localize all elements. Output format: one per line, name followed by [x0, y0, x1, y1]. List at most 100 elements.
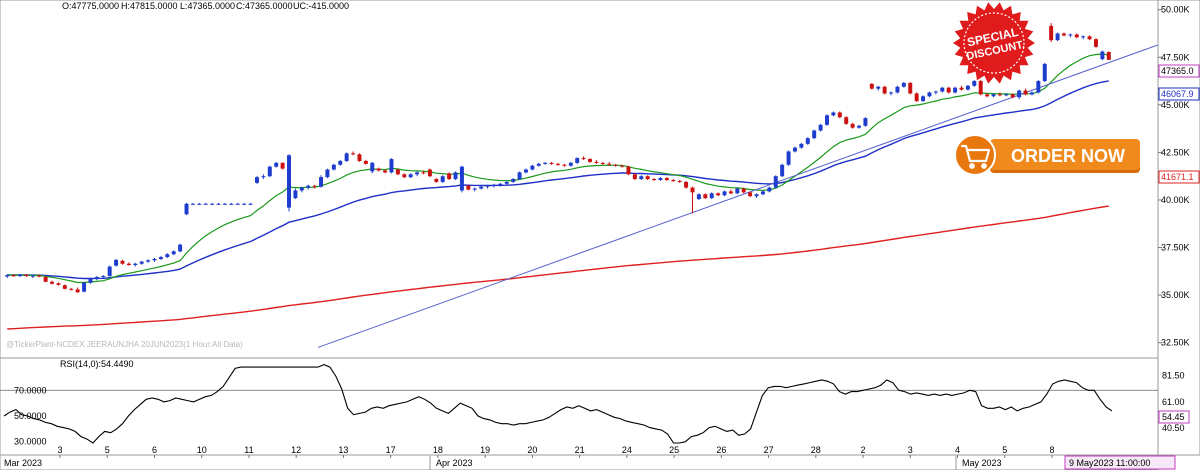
- day-label: 18: [433, 445, 443, 455]
- candle-body: [594, 161, 599, 163]
- candle-body: [549, 162, 554, 164]
- rsi-value-text: 54.45: [1162, 412, 1185, 422]
- candle-body: [613, 164, 618, 166]
- candle-body: [1100, 51, 1105, 60]
- candle-body: [536, 163, 541, 166]
- candle-body: [1010, 94, 1015, 98]
- candle-body: [568, 162, 573, 166]
- candle-body: [1081, 36, 1086, 38]
- candle-body: [696, 194, 701, 200]
- candle-body: [754, 194, 759, 197]
- candle-body: [946, 87, 951, 93]
- order-now-button[interactable]: ORDER NOW: [954, 134, 1140, 176]
- candle-body: [453, 172, 458, 180]
- candle-body: [799, 143, 804, 148]
- candle-body: [491, 184, 496, 186]
- candle-body: [639, 176, 644, 180]
- candle-body: [357, 154, 362, 161]
- candle-body: [280, 162, 285, 169]
- candle-body: [607, 163, 612, 165]
- rsi-inner-label: 30.0000: [14, 437, 47, 447]
- candle-body: [216, 203, 221, 205]
- candle-body: [1049, 25, 1054, 41]
- rsi-inner-label: 70.0000: [14, 385, 47, 395]
- order-cart-circle: [954, 134, 996, 176]
- candle-body: [837, 112, 842, 118]
- candle-body: [645, 176, 650, 180]
- candle-body: [997, 94, 1002, 96]
- day-label: 17: [386, 445, 396, 455]
- ohlc-high: H:47815.0000: [121, 1, 178, 11]
- rsi-axis-label: 40.50: [1162, 423, 1185, 433]
- candle-body: [466, 185, 471, 190]
- candle-body: [479, 186, 484, 189]
- price-axis-label: 40.00K: [1161, 195, 1190, 205]
- candle-body: [556, 163, 560, 165]
- candle-body: [472, 188, 477, 190]
- rsi-inner-label: 50.0000: [14, 411, 47, 421]
- rsi-label: RSI(14,0):54.4490: [60, 359, 134, 369]
- candle-body: [94, 277, 99, 279]
- ema-mid-text: 46067.9: [1161, 89, 1194, 99]
- candle-body: [274, 162, 279, 167]
- price-axis-label: 37.50K: [1161, 243, 1190, 253]
- candle-body: [402, 174, 407, 178]
- candle-body: [82, 282, 87, 292]
- candle-body: [773, 176, 778, 188]
- candle-body: [511, 179, 516, 182]
- candle-body: [184, 203, 189, 215]
- candle-body: [376, 168, 381, 171]
- candle-body: [114, 259, 119, 266]
- price-axis-label: 47.50K: [1161, 52, 1190, 62]
- candle-body: [299, 187, 304, 191]
- candle-body: [863, 118, 868, 126]
- candle-body: [703, 194, 708, 199]
- candle-body: [1023, 90, 1028, 95]
- candle-body: [139, 261, 144, 264]
- candle-body: [427, 169, 432, 177]
- candle-body: [677, 180, 682, 182]
- price-axis-label: 32.50K: [1161, 338, 1190, 348]
- chart-watermark: @TickerPlant-NCDEX JEERAUNJHA 20JUN2023(…: [6, 340, 243, 349]
- candle-body: [165, 254, 170, 258]
- candle-body: [1087, 36, 1092, 40]
- candle-body: [62, 285, 67, 289]
- candle-body: [11, 275, 16, 277]
- candle-body: [344, 153, 349, 161]
- candle-body: [844, 117, 849, 124]
- candle-body: [389, 159, 394, 173]
- candle-body: [914, 93, 919, 102]
- candle-body: [1061, 33, 1066, 36]
- candle-body: [415, 172, 420, 175]
- candle-body: [626, 166, 631, 175]
- candle-body: [1074, 34, 1079, 38]
- candle-body: [50, 281, 55, 284]
- candle-body: [5, 274, 10, 277]
- candle-body: [1094, 39, 1098, 47]
- candle-body: [267, 166, 272, 177]
- candle-body: [37, 275, 42, 277]
- candle-body: [876, 86, 881, 89]
- candle-body: [632, 174, 637, 180]
- candle-body: [895, 86, 900, 93]
- day-label: 5: [1002, 445, 1007, 455]
- day-label: 8: [1049, 445, 1054, 455]
- candle-body: [709, 193, 714, 199]
- candle-body: [562, 164, 567, 166]
- day-label: 28: [811, 445, 821, 455]
- candle-body: [504, 181, 509, 184]
- candle-body: [1106, 52, 1111, 60]
- price-axis-label: 45.00K: [1161, 100, 1190, 110]
- month-label: Mar 2023: [4, 458, 42, 468]
- candle-body: [459, 166, 464, 191]
- order-button-label: ORDER NOW: [1011, 146, 1125, 166]
- candle-body: [158, 257, 163, 259]
- candle-body: [1068, 34, 1073, 36]
- candle-body: [408, 174, 413, 178]
- candle-body: [908, 82, 913, 94]
- day-label: 11: [244, 445, 253, 455]
- day-label: 25: [669, 445, 679, 455]
- candle-body: [748, 192, 753, 197]
- candle-body: [210, 203, 215, 205]
- candle-body: [600, 162, 605, 164]
